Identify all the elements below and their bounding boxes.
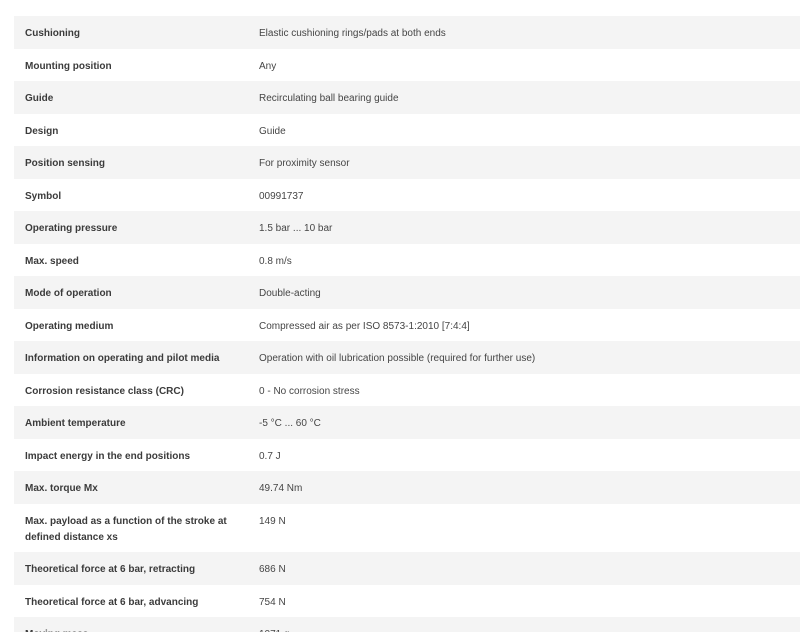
spec-row-operating-pressure: Operating pressure 1.5 bar ... 10 bar — [14, 211, 800, 244]
spec-row-mode-of-operation: Mode of operation Double-acting — [14, 276, 800, 309]
spec-label: Operating medium — [25, 321, 114, 332]
spec-value: Compressed air as per ISO 8573-1:2010 [7… — [259, 321, 470, 332]
spec-row-corrosion-resistance: Corrosion resistance class (CRC) 0 - No … — [14, 374, 800, 406]
spec-value: 0.8 m/s — [259, 256, 292, 267]
spec-label: Impact energy in the end positions — [25, 451, 191, 462]
spec-row-moving-mass: Moving mass 1071 g — [14, 617, 800, 632]
spec-row-force-retracting: Theoretical force at 6 bar, retracting 6… — [14, 552, 800, 585]
spec-page: Cushioning Elastic cushioning rings/pads… — [0, 0, 800, 632]
spec-value: 49.74 Nm — [259, 483, 303, 494]
spec-row-impact-energy: Impact energy in the end positions 0.7 J — [14, 439, 800, 471]
spec-value: Double-acting — [259, 288, 321, 299]
spec-value: 754 N — [259, 597, 286, 608]
spec-value: Guide — [259, 126, 286, 137]
spec-row-mounting-position: Mounting position Any — [14, 49, 800, 81]
spec-row-ambient-temperature: Ambient temperature -5 °C ... 60 °C — [14, 406, 800, 439]
spec-label: Symbol — [25, 191, 62, 202]
cutoff-header — [0, 0, 800, 8]
spec-value: 149 N — [259, 516, 286, 527]
spec-row-max-speed: Max. speed 0.8 m/s — [14, 244, 800, 276]
spec-row-max-torque: Max. torque Mx 49.74 Nm — [14, 471, 800, 504]
spec-row-cushioning: Cushioning Elastic cushioning rings/pads… — [14, 16, 800, 49]
spec-row-guide: Guide Recirculating ball bearing guide — [14, 81, 800, 114]
spec-value: 686 N — [259, 564, 286, 575]
spec-value: 0 - No corrosion stress — [259, 386, 360, 397]
spec-value: 1.5 bar ... 10 bar — [259, 223, 333, 234]
spec-label: Theoretical force at 6 bar, advancing — [25, 597, 199, 608]
spec-value: 0.7 J — [259, 451, 281, 462]
spec-value: Any — [259, 61, 277, 72]
spec-label: Design — [25, 126, 59, 137]
spec-row-design: Design Guide — [14, 114, 800, 146]
spec-label: Max. torque Mx — [25, 483, 98, 494]
spec-value: 1071 g — [249, 617, 800, 632]
spec-row-position-sensing: Position sensing For proximity sensor — [14, 146, 800, 179]
spec-label: Mode of operation — [25, 288, 112, 299]
spec-row-max-payload: Max. payload as a function of the stroke… — [14, 504, 800, 552]
spec-label: Theoretical force at 6 bar, retracting — [25, 564, 196, 575]
spec-row-force-advancing: Theoretical force at 6 bar, advancing 75… — [14, 585, 800, 617]
spec-row-operating-medium: Operating medium Compressed air as per I… — [14, 309, 800, 341]
spec-label: Moving mass — [14, 617, 249, 632]
spec-value: For proximity sensor — [259, 158, 350, 169]
spec-value: Recirculating ball bearing guide — [259, 93, 399, 104]
spec-label: Cushioning — [25, 28, 80, 39]
spec-label: Operating pressure — [25, 223, 118, 234]
spec-label: Position sensing — [25, 158, 106, 169]
spec-table: Cushioning Elastic cushioning rings/pads… — [14, 16, 800, 632]
spec-value: Elastic cushioning rings/pads at both en… — [259, 28, 446, 39]
spec-value: Operation with oil lubrication possible … — [259, 353, 536, 364]
spec-value: 00991737 — [259, 191, 304, 202]
spec-label: Mounting position — [25, 61, 112, 72]
spec-label: Guide — [25, 93, 54, 104]
spec-row-operating-pilot-media: Information on operating and pilot media… — [14, 341, 800, 374]
spec-value: -5 °C ... 60 °C — [259, 418, 321, 429]
spec-label: Information on operating and pilot media — [25, 353, 220, 364]
spec-label: Max. payload as a function of the stroke… — [25, 516, 227, 543]
spec-label: Corrosion resistance class (CRC) — [25, 386, 184, 397]
spec-row-symbol: Symbol 00991737 — [14, 179, 800, 211]
spec-label: Max. speed — [25, 256, 79, 267]
spec-label: Ambient temperature — [25, 418, 126, 429]
